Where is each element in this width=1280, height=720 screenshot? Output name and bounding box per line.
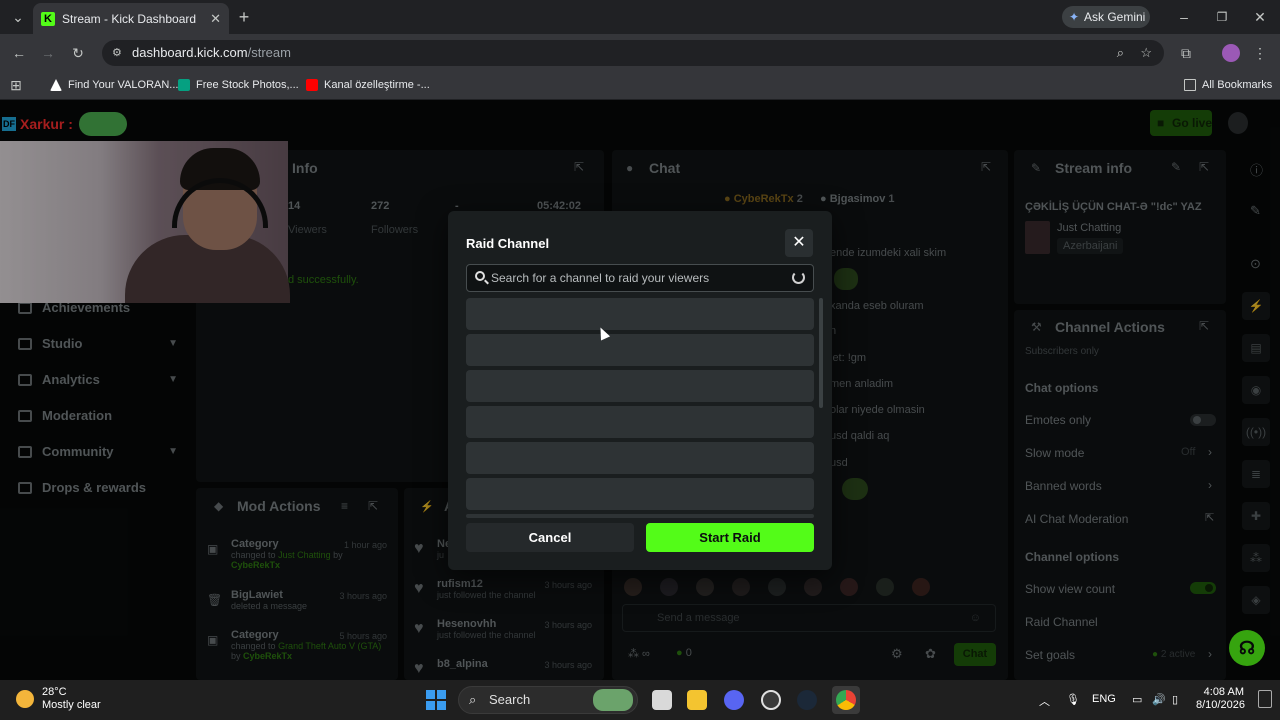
microphone-icon[interactable]: 🎙 [1066, 693, 1080, 706]
new-tab-icon[interactable]: + [234, 7, 254, 27]
weather-widget[interactable]: 28°C Mostly clear [16, 686, 101, 712]
kick-favicon-icon: K [41, 11, 55, 26]
minimize-window-icon[interactable]: – [1174, 7, 1194, 27]
system-tray: ︿ 🎙 ENG ▭ 🔊 ▯ [1039, 693, 1178, 708]
tab-title: Stream - Kick Dashboard [62, 11, 197, 26]
file-explorer-icon[interactable] [687, 690, 707, 710]
youtube-bookmark-icon [306, 79, 318, 91]
clock-time: 4:08 AM [1203, 686, 1244, 698]
ask-gemini-button[interactable]: ✦ Ask Gemini [1062, 6, 1150, 28]
site-info-icon[interactable]: ⚙ [112, 40, 122, 66]
discord-icon[interactable] [724, 690, 744, 710]
clock-date: 8/10/2026 [1196, 699, 1245, 711]
results-scrollbar[interactable] [819, 298, 823, 408]
weather-moon-icon [16, 690, 34, 708]
valorant-bookmark-icon [50, 79, 62, 91]
bookmark-item[interactable]: Kanal özelleştirme -... [306, 79, 430, 91]
cancel-button[interactable]: Cancel [466, 523, 634, 552]
language-indicator[interactable]: ENG [1092, 693, 1116, 705]
loading-spinner-icon [792, 271, 805, 284]
windows-taskbar [0, 680, 1280, 720]
bookmarks-bar: ⊞ Find Your VALORAN... Free Stock Photos… [0, 72, 1280, 100]
windows-start-icon[interactable] [426, 690, 446, 710]
raid-search-input[interactable]: Search for a channel to raid your viewer… [466, 264, 814, 292]
bookmark-star-icon[interactable]: ☆ [1140, 40, 1152, 66]
reload-icon[interactable]: ↻ [68, 43, 88, 63]
tray-overflow-icon[interactable]: ︿ [1039, 693, 1050, 709]
start-raid-button[interactable]: Start Raid [646, 523, 814, 552]
all-bookmarks-button[interactable]: All Bookmarks [1184, 79, 1272, 91]
forward-icon[interactable]: → [38, 43, 58, 63]
apps-grid-icon[interactable]: ⊞ [8, 75, 24, 95]
close-tab-icon[interactable]: ✕ [210, 11, 221, 27]
channel-result-skeleton [466, 406, 814, 438]
zoom-search-icon[interactable]: ⌕ [1117, 40, 1124, 66]
channel-result-skeleton [466, 442, 814, 474]
chrome-menu-icon[interactable]: ⋮ [1250, 43, 1270, 63]
bookmark-item[interactable]: Free Stock Photos,... [178, 79, 299, 91]
pexels-bookmark-icon [178, 79, 190, 91]
search-icon: ⌕ [469, 692, 477, 707]
back-icon[interactable]: ← [9, 43, 29, 63]
obs-icon[interactable] [761, 690, 781, 710]
modal-title: Raid Channel [466, 236, 550, 251]
restore-window-icon[interactable]: ❐ [1212, 7, 1232, 27]
close-window-icon[interactable]: ✕ [1250, 7, 1270, 27]
browser-tab[interactable]: K Stream - Kick Dashboard ✕ [33, 3, 229, 34]
bookmark-item[interactable]: Find Your VALORAN... [50, 79, 178, 91]
network-icon[interactable]: ▭ [1132, 693, 1142, 706]
search-icon [475, 271, 485, 281]
close-modal-button[interactable]: ✕ [785, 229, 813, 257]
extensions-icon[interactable]: ⧉ [1176, 43, 1196, 63]
address-bar[interactable]: ⚙ dashboard.kick.com/stream ⌕ ☆ [102, 40, 1164, 66]
profile-avatar[interactable] [1222, 44, 1240, 62]
taskbar-search[interactable]: ⌕ Search [458, 686, 638, 714]
notification-icon[interactable] [1258, 690, 1272, 708]
channel-result-skeleton [466, 298, 814, 330]
gemini-sparkle-icon: ✦ [1069, 10, 1080, 24]
url-path: /stream [247, 45, 291, 60]
chrome-icon[interactable] [836, 690, 856, 710]
channel-result-skeleton [466, 514, 814, 518]
channel-result-skeleton [466, 478, 814, 510]
volume-icon[interactable]: 🔊 [1152, 693, 1166, 706]
channel-result-skeleton [466, 334, 814, 366]
tab-list-chevron-icon[interactable]: ⌄ [8, 7, 28, 27]
channel-result-skeleton [466, 370, 814, 402]
url-host: dashboard.kick.com [132, 45, 248, 60]
folder-icon [1184, 79, 1196, 91]
search-highlight-icon [593, 689, 633, 711]
battery-icon[interactable]: ▯ [1172, 693, 1178, 706]
steam-icon[interactable] [797, 690, 817, 710]
task-view-icon[interactable] [652, 690, 672, 710]
taskbar-clock[interactable]: 4:08 AM 8/10/2026 [1196, 686, 1245, 712]
